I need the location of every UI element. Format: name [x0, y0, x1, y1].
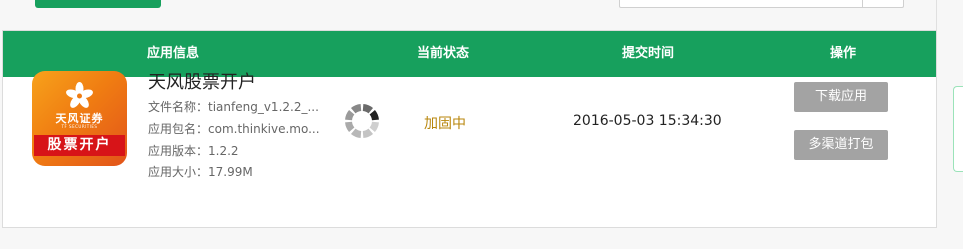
multi-channel-pack-button[interactable]: 多渠道打包	[794, 130, 888, 160]
icon-ribbon-text: 股票开户	[34, 135, 125, 156]
spinner-segment	[350, 128, 362, 138]
icon-brand-en-text: TF SECURITIES	[61, 124, 98, 129]
column-header-submit-time: 提交时间	[621, 46, 674, 61]
status-badge: 加固中	[424, 116, 466, 132]
table-header: 应用信息 当前状态 提交时间 操作	[3, 31, 936, 77]
spinner-segment	[350, 104, 362, 114]
app-name: 天风股票开户	[148, 72, 256, 93]
submit-time: 2016-05-03 15:34:30	[573, 113, 722, 129]
search-icon[interactable]	[862, 0, 863, 8]
spinner-segment	[362, 104, 374, 114]
spinner-segment	[345, 109, 355, 121]
side-float-tab[interactable]	[953, 86, 963, 172]
app-icon: 天风证券 TF SECURITIES 股票开户	[32, 71, 127, 166]
download-app-button[interactable]: 下载应用	[794, 82, 888, 112]
top-action-button[interactable]	[35, 0, 161, 8]
app-package-name: 应用包名：com.thinkive.mo...	[148, 122, 320, 136]
column-header-actions: 操作	[829, 46, 856, 61]
spinner-segment	[369, 121, 379, 133]
spinner-segment	[369, 109, 379, 121]
app-version: 应用版本：1.2.2	[148, 144, 239, 158]
page-divider	[936, 0, 937, 30]
app-list-panel: 应用信息 当前状态 提交时间 操作	[2, 30, 937, 228]
app-file-name: 文件名称：tianfeng_v1.2.2_...	[148, 100, 319, 114]
spinner-segment	[362, 128, 374, 138]
column-header-status: 当前状态	[416, 46, 469, 61]
loading-spinner-icon	[345, 104, 379, 138]
app-size: 应用大小：17.99M	[148, 165, 253, 179]
spinner-segment	[345, 121, 355, 133]
